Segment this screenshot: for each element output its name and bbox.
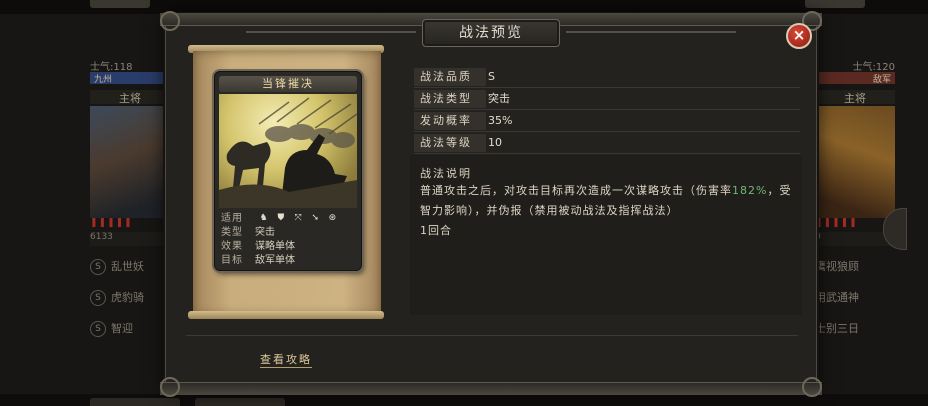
info-row-type: 类型 突击 (221, 226, 357, 240)
right-skill-item[interactable]: 士别三日 (815, 319, 895, 339)
left-faction-bar: 九州 (90, 72, 170, 85)
stat-value: 35% (488, 114, 513, 127)
modal-title: 战法预览 (422, 19, 560, 47)
cavalry-icon: ♞ (259, 213, 268, 223)
description-heading: 战法说明 (420, 167, 472, 180)
frame-ornament (802, 377, 822, 397)
frame-ornament (160, 11, 180, 31)
spear-icon: ➘ (311, 213, 320, 223)
skill-name: 鹰视狼顾 (815, 260, 859, 273)
info-key: 效果 (221, 241, 243, 252)
top-button[interactable] (805, 0, 865, 8)
skill-name: 虎豹骑 (111, 291, 144, 304)
skill-grade-badge: S (90, 290, 106, 306)
stat-key: 战法品质 (414, 68, 486, 86)
info-row-target: 目标 敌军单体 (221, 254, 357, 268)
info-row-effect: 效果 谋略单体 (221, 240, 357, 254)
info-key: 适用 (221, 213, 243, 224)
stat-key: 战法类型 (414, 90, 486, 108)
card-artwork (219, 94, 357, 208)
stat-value: 突击 (488, 92, 510, 105)
left-skill-item[interactable]: S 智迎 (90, 319, 170, 339)
left-skill-item[interactable]: S 乱世妖 (90, 257, 170, 277)
skill-grade-badge: S (90, 259, 106, 275)
right-role-label: 主将 (815, 90, 895, 105)
info-value: 突击 (255, 227, 275, 238)
right-general-portrait[interactable] (815, 106, 895, 218)
siege-icon: ⊛ (328, 213, 337, 223)
left-morale: 士气:118 (90, 62, 133, 73)
card-info: 适用 ♞ ⛊ ⤧ ➘ ⊛ 类型 突击 效果 谋略单体 目标 敌军单体 (221, 212, 357, 268)
skill-card: 当锋摧决 适用 ♞ ⛊ ⤧ ➘ ⊛ 类型 突击 效果 谋略单体 目标 敌军单体 (214, 71, 362, 271)
left-troop-pips: ❚❚❚❚❚ (90, 218, 133, 228)
stat-key: 战法等级 (414, 134, 486, 152)
title-ornament-left (246, 31, 416, 33)
right-faction-bar: 敌军 (815, 72, 895, 85)
left-troop-count: 6133 (90, 232, 170, 246)
info-row-applicable: 适用 ♞ ⛊ ⤧ ➘ ⊛ (221, 212, 357, 226)
close-button[interactable]: × (786, 23, 812, 49)
scroll-rod-bottom (188, 311, 384, 319)
left-general-panel: 士气:118 九州 主将 ❚❚❚❚❚ 6133 S 乱世妖 S 虎豹骑 S 智迎 (90, 58, 170, 339)
info-value: 谋略单体 (255, 241, 295, 252)
stat-value: 10 (488, 136, 502, 149)
stat-key: 发动概率 (414, 112, 486, 130)
divider (186, 335, 798, 336)
skill-name: 士别三日 (815, 322, 859, 335)
skill-preview-modal: 战法预览 × 当锋摧决 适用 ♞ ⛊ ⤧ ➘ ⊛ 类型 突击 效果 谋略单体 目… (160, 11, 822, 397)
title-ornament-right (566, 31, 736, 33)
info-key: 类型 (221, 227, 243, 238)
skill-grade-badge: S (90, 321, 106, 337)
right-skill-item[interactable]: 用武通神 (815, 288, 895, 308)
bottom-button[interactable] (90, 398, 180, 406)
bottom-button[interactable] (195, 398, 285, 406)
frame-ornament (160, 377, 180, 397)
stat-row-level: 战法等级 10 (414, 133, 800, 154)
skill-name: 乱世妖 (111, 260, 144, 273)
stat-row-quality: 战法品质 S (414, 67, 800, 88)
top-button[interactable] (90, 0, 150, 8)
damage-rate-highlight: 182% (732, 184, 768, 197)
left-general-portrait[interactable] (90, 106, 170, 218)
description-text: 普通攻击之后，对攻击目标再次造成一次谋略攻击（伤害率182%，受智力影响），并伪… (420, 181, 802, 241)
shield-icon: ⛊ (277, 213, 285, 223)
description-part: 1回合 (420, 224, 452, 237)
left-skill-item[interactable]: S 虎豹骑 (90, 288, 170, 308)
description-part: 普通攻击之后，对攻击目标再次造成一次谋略攻击（伤害率 (420, 184, 732, 197)
right-skill-item[interactable]: 鹰视狼顾 (815, 257, 895, 277)
skill-name: 用武通神 (815, 291, 859, 304)
modal-frame-bottom (160, 382, 822, 395)
cavalry-charge-illustration (219, 97, 357, 208)
right-general-panel: 士气:120 敌军 主将 ❚❚❚❚❚ 0 鹰视狼顾 用武通神 士别三日 (815, 58, 907, 339)
left-role-label: 主将 (90, 90, 170, 105)
bow-icon: ⤧ (294, 213, 302, 223)
stat-row-probability: 发动概率 35% (414, 111, 800, 132)
close-icon: × (792, 26, 806, 44)
card-title: 当锋摧决 (219, 76, 357, 92)
stat-row-type: 战法类型 突击 (414, 89, 800, 110)
skill-name: 智迎 (111, 322, 133, 335)
stat-value: S (488, 70, 495, 83)
right-morale: 士气:120 (852, 62, 895, 73)
info-key: 目标 (221, 255, 243, 266)
view-guide-link[interactable]: 查看攻略 (260, 351, 312, 368)
info-value: 敌军单体 (255, 255, 295, 266)
